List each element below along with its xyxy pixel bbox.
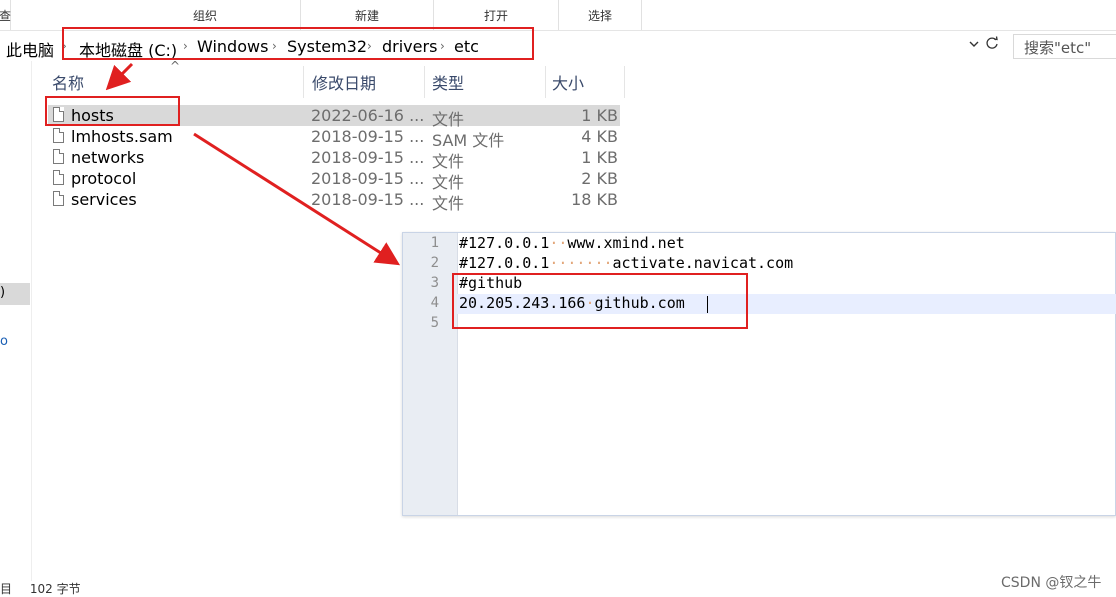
arrow-to-hosts — [105, 62, 134, 91]
status-items: 目 — [0, 582, 13, 596]
status-bar: 目 102 字节 — [0, 580, 81, 597]
status-size: 102 字节 — [29, 582, 81, 596]
watermark: CSDN @钗之牛 — [1001, 575, 1102, 591]
arrow-to-editor — [193, 132, 401, 266]
annotation-arrows — [105, 62, 401, 266]
